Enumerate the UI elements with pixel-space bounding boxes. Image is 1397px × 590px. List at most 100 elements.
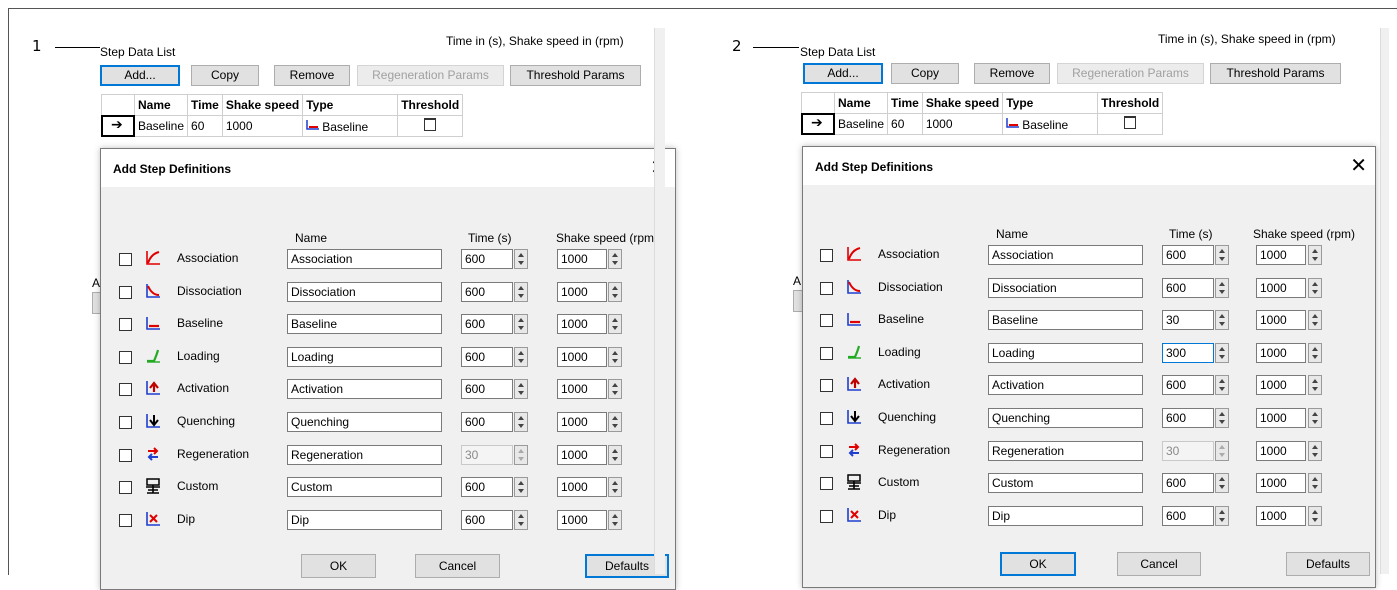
time-spinner[interactable] (514, 379, 528, 399)
time-input[interactable]: 600 (1162, 473, 1214, 493)
time-spinner[interactable] (514, 347, 528, 367)
threshold-checkbox[interactable] (1124, 116, 1137, 129)
step-name-input[interactable]: Custom (287, 477, 442, 497)
shake-speed-spinner[interactable] (1308, 245, 1322, 265)
shake-speed-input[interactable]: 1000 (557, 314, 607, 334)
shake-speed-input[interactable]: 1000 (557, 282, 607, 302)
step-name-input[interactable]: Regeneration (988, 441, 1143, 461)
time-spinner[interactable] (1215, 408, 1229, 428)
cell-name[interactable]: Baseline (833, 113, 889, 135)
shake-speed-input[interactable]: 1000 (557, 445, 607, 465)
remove-button[interactable]: Remove (974, 63, 1050, 84)
shake-speed-spinner[interactable] (1308, 441, 1322, 461)
shake-speed-input[interactable]: 1000 (1256, 245, 1306, 265)
threshold-checkbox[interactable] (424, 118, 437, 131)
step-name-input[interactable]: Quenching (988, 408, 1143, 428)
step-name-input[interactable]: Association (287, 249, 442, 269)
table-row[interactable]: Baseline 60 1000 Baseline (101, 115, 464, 137)
shake-speed-spinner[interactable] (608, 379, 622, 399)
step-name-input[interactable]: Loading (988, 343, 1143, 363)
shake-speed-input[interactable]: 1000 (557, 477, 607, 497)
step-name-input[interactable]: Activation (988, 375, 1143, 395)
step-name-input[interactable]: Activation (287, 379, 442, 399)
shake-speed-spinner[interactable] (608, 510, 622, 530)
step-name-input[interactable]: Baseline (988, 310, 1143, 330)
time-spinner[interactable] (1215, 310, 1229, 330)
shake-speed-input[interactable]: 1000 (557, 412, 607, 432)
shake-speed-spinner[interactable] (1308, 310, 1322, 330)
shake-speed-input[interactable]: 1000 (1256, 408, 1306, 428)
shake-speed-spinner[interactable] (608, 445, 622, 465)
time-spinner[interactable] (1215, 441, 1229, 461)
time-input[interactable]: 600 (1162, 278, 1214, 298)
shake-speed-input[interactable]: 1000 (1256, 506, 1306, 526)
ok-button[interactable]: OK (1000, 552, 1076, 576)
time-input[interactable]: 30 (1162, 310, 1214, 330)
cell-time[interactable]: 60 (187, 115, 223, 137)
step-name-input[interactable]: Dip (287, 510, 442, 530)
current-row-indicator[interactable]: ➔ (801, 113, 835, 135)
shake-speed-input[interactable]: 1000 (557, 379, 607, 399)
cell-shake[interactable]: 1000 (921, 113, 1004, 135)
shake-speed-spinner[interactable] (608, 347, 622, 367)
shake-speed-spinner[interactable] (1308, 506, 1322, 526)
time-input[interactable]: 600 (1162, 245, 1214, 265)
step-name-input[interactable]: Custom (988, 473, 1143, 493)
shake-speed-input[interactable]: 1000 (1256, 343, 1306, 363)
time-input[interactable]: 600 (461, 347, 513, 367)
step-checkbox[interactable] (119, 318, 132, 331)
cell-name[interactable]: Baseline (133, 115, 189, 137)
regeneration-params-button[interactable]: Regeneration Params (357, 65, 504, 86)
time-input[interactable]: 30 (461, 445, 513, 465)
cell-time[interactable]: 60 (887, 113, 923, 135)
time-spinner[interactable] (514, 412, 528, 432)
shake-speed-spinner[interactable] (1308, 375, 1322, 395)
step-checkbox[interactable] (820, 314, 833, 327)
time-spinner[interactable] (1215, 375, 1229, 395)
time-spinner[interactable] (1215, 473, 1229, 493)
time-input[interactable]: 600 (461, 249, 513, 269)
table-row[interactable]: Baseline 60 1000 Baseline (801, 113, 1164, 135)
cell-type[interactable]: Baseline (302, 115, 399, 137)
shake-speed-spinner[interactable] (608, 282, 622, 302)
shake-speed-spinner[interactable] (608, 412, 622, 432)
time-spinner[interactable] (1215, 343, 1229, 363)
time-input[interactable]: 600 (461, 477, 513, 497)
step-checkbox[interactable] (119, 416, 132, 429)
add-button[interactable]: Add... (803, 63, 883, 84)
time-input[interactable]: 600 (461, 314, 513, 334)
shake-speed-spinner[interactable] (608, 314, 622, 334)
step-checkbox[interactable] (820, 249, 833, 262)
step-checkbox[interactable] (119, 449, 132, 462)
time-input[interactable]: 600 (461, 282, 513, 302)
cancel-button[interactable]: Cancel (415, 554, 500, 578)
step-checkbox[interactable] (119, 286, 132, 299)
threshold-params-button[interactable]: Threshold Params (1210, 63, 1341, 84)
time-input[interactable]: 600 (1162, 408, 1214, 428)
shake-speed-input[interactable]: 1000 (1256, 473, 1306, 493)
defaults-button[interactable]: Defaults (1286, 552, 1370, 576)
shake-speed-spinner[interactable] (608, 477, 622, 497)
time-input[interactable]: 600 (461, 412, 513, 432)
time-input[interactable]: 600 (1162, 375, 1214, 395)
step-checkbox[interactable] (820, 347, 833, 360)
time-spinner[interactable] (1215, 278, 1229, 298)
shake-speed-input[interactable]: 1000 (1256, 441, 1306, 461)
time-spinner[interactable] (1215, 245, 1229, 265)
time-spinner[interactable] (514, 249, 528, 269)
step-checkbox[interactable] (119, 383, 132, 396)
cell-type[interactable]: Baseline (1002, 113, 1099, 135)
remove-button[interactable]: Remove (274, 65, 350, 86)
shake-speed-input[interactable]: 1000 (557, 510, 607, 530)
shake-speed-spinner[interactable] (1308, 343, 1322, 363)
time-spinner[interactable] (514, 510, 528, 530)
shake-speed-spinner[interactable] (1308, 408, 1322, 428)
time-spinner[interactable] (514, 477, 528, 497)
copy-button[interactable]: Copy (191, 65, 259, 86)
step-checkbox[interactable] (820, 445, 833, 458)
step-checkbox[interactable] (820, 412, 833, 425)
time-input[interactable]: 600 (461, 379, 513, 399)
step-checkbox[interactable] (119, 351, 132, 364)
shake-speed-spinner[interactable] (1308, 278, 1322, 298)
step-name-input[interactable]: Association (988, 245, 1143, 265)
